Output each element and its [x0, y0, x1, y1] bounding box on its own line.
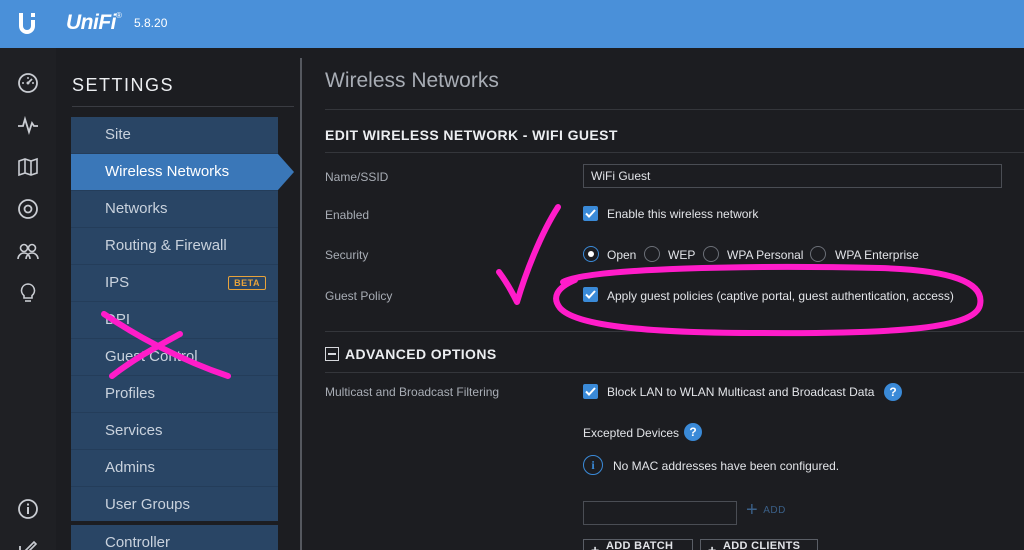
edit-icon[interactable]: [16, 536, 40, 550]
divider: [325, 109, 1024, 110]
security-wpa-enterprise-label: WPA Enterprise: [835, 248, 919, 262]
clients-icon[interactable]: [16, 239, 40, 263]
ssid-input[interactable]: [583, 164, 1002, 188]
sidebar-item-label: Profiles: [105, 385, 156, 402]
enable-network-checkbox[interactable]: [583, 206, 598, 221]
icon-rail: [0, 48, 56, 550]
dashboard-icon[interactable]: [16, 71, 40, 95]
settings-panel: SETTINGS Site Wireless Networks Networks…: [56, 48, 304, 550]
sidebar-item-controller[interactable]: Controller: [71, 525, 278, 550]
sidebar-item-label: Guest Control: [105, 348, 198, 365]
statistics-icon[interactable]: [16, 113, 40, 137]
divider: [325, 331, 1024, 332]
help-icon[interactable]: ?: [884, 383, 902, 401]
plus-icon: +: [591, 542, 600, 550]
ubiquiti-logo-icon[interactable]: [0, 0, 54, 48]
divider: [325, 152, 1024, 153]
about-icon[interactable]: [16, 497, 40, 521]
divider: [72, 106, 294, 107]
guest-policy-checkbox[interactable]: [583, 287, 598, 302]
add-mac-button[interactable]: + ADD: [746, 499, 786, 521]
sidebar-item-wireless-networks[interactable]: Wireless Networks: [71, 154, 294, 191]
block-multicast-checkbox[interactable]: [583, 384, 598, 399]
sidebar-item-label: Wireless Networks: [105, 163, 230, 180]
sidebar-item-label: Admins: [105, 459, 156, 476]
insights-icon[interactable]: [16, 281, 40, 305]
no-mac-message: No MAC addresses have been configured.: [613, 459, 840, 473]
add-clients-label: ADD CLIENTS: [723, 540, 801, 550]
sidebar-item-routing-firewall[interactable]: Routing & Firewall: [71, 228, 278, 265]
sidebar-item-guest-control[interactable]: Guest Control: [71, 339, 278, 376]
add-clients-button[interactable]: + ADD CLIENTS: [700, 539, 818, 550]
sidebar-item-networks[interactable]: Networks: [71, 191, 278, 228]
guest-policy-text: Apply guest policies (captive portal, gu…: [607, 289, 954, 303]
trademark: ®: [116, 11, 122, 20]
sidebar-item-label: User Groups: [105, 496, 191, 513]
beta-badge: BETA: [228, 276, 266, 290]
sidebar-item-label: Networks: [105, 200, 168, 217]
ssid-label: Name/SSID: [325, 170, 389, 184]
security-open-label: Open: [607, 248, 637, 262]
settings-title: SETTINGS: [72, 75, 175, 95]
sidebar-item-label: Services: [105, 422, 163, 439]
collapse-advanced-icon[interactable]: [325, 347, 339, 361]
sidebar-item-user-groups[interactable]: User Groups: [71, 487, 278, 524]
block-multicast-text: Block LAN to WLAN Multicast and Broadcas…: [607, 385, 875, 399]
mac-address-input[interactable]: [583, 501, 737, 525]
sidebar-item-profiles[interactable]: Profiles: [71, 376, 278, 413]
enabled-label: Enabled: [325, 208, 370, 222]
add-label: ADD: [763, 504, 786, 516]
guest-policy-label: Guest Policy: [325, 289, 393, 303]
brand-name: UniFi: [66, 11, 117, 34]
help-icon[interactable]: ?: [684, 423, 702, 441]
settings-menu: Site Wireless Networks Networks Routing …: [71, 117, 294, 550]
security-open-radio[interactable]: [583, 246, 599, 262]
sidebar-item-label: Controller: [105, 534, 171, 550]
enable-network-text: Enable this wireless network: [607, 207, 759, 221]
plus-icon: +: [708, 542, 717, 550]
sidebar-item-admins[interactable]: Admins: [71, 450, 278, 487]
divider: [325, 372, 1024, 373]
version-label: 5.8.20: [134, 16, 168, 30]
sidebar-item-label: Site: [105, 126, 131, 143]
advanced-options-title[interactable]: ADVANCED OPTIONS: [345, 346, 497, 362]
sidebar-item-label: IPS: [105, 274, 130, 291]
security-wep-label: WEP: [668, 248, 696, 262]
sidebar-item-ips[interactable]: IPS BETA: [71, 265, 278, 302]
sidebar-item-label: Routing & Firewall: [105, 237, 227, 254]
top-bar: UniFi® 5.8.20: [0, 0, 1024, 48]
excepted-devices-label: Excepted Devices: [583, 426, 680, 440]
sidebar-item-dpi[interactable]: DPI: [71, 302, 278, 339]
add-batch-label: ADD BATCH: [606, 540, 674, 550]
info-icon: i: [583, 455, 603, 475]
main-content: Wireless Networks EDIT WIRELESS NETWORK …: [302, 48, 1024, 550]
security-wpa-personal-radio[interactable]: [703, 246, 719, 262]
sidebar-item-site[interactable]: Site: [71, 117, 278, 154]
devices-icon[interactable]: [16, 197, 40, 221]
sidebar-item-services[interactable]: Services: [71, 413, 278, 450]
security-wep-radio[interactable]: [644, 246, 660, 262]
unifi-logo: UniFi®: [66, 11, 122, 35]
section-title: EDIT WIRELESS NETWORK - WIFI GUEST: [325, 127, 618, 143]
plus-icon: +: [746, 499, 759, 521]
sidebar-item-label: DPI: [105, 311, 131, 328]
page-title: Wireless Networks: [325, 69, 499, 92]
security-label: Security: [325, 248, 369, 262]
security-wpa-personal-label: WPA Personal: [727, 248, 804, 262]
add-batch-button[interactable]: + ADD BATCH: [583, 539, 693, 550]
security-wpa-enterprise-radio[interactable]: [810, 246, 826, 262]
multicast-label: Multicast and Broadcast Filtering: [325, 385, 500, 399]
map-icon[interactable]: [16, 155, 40, 179]
